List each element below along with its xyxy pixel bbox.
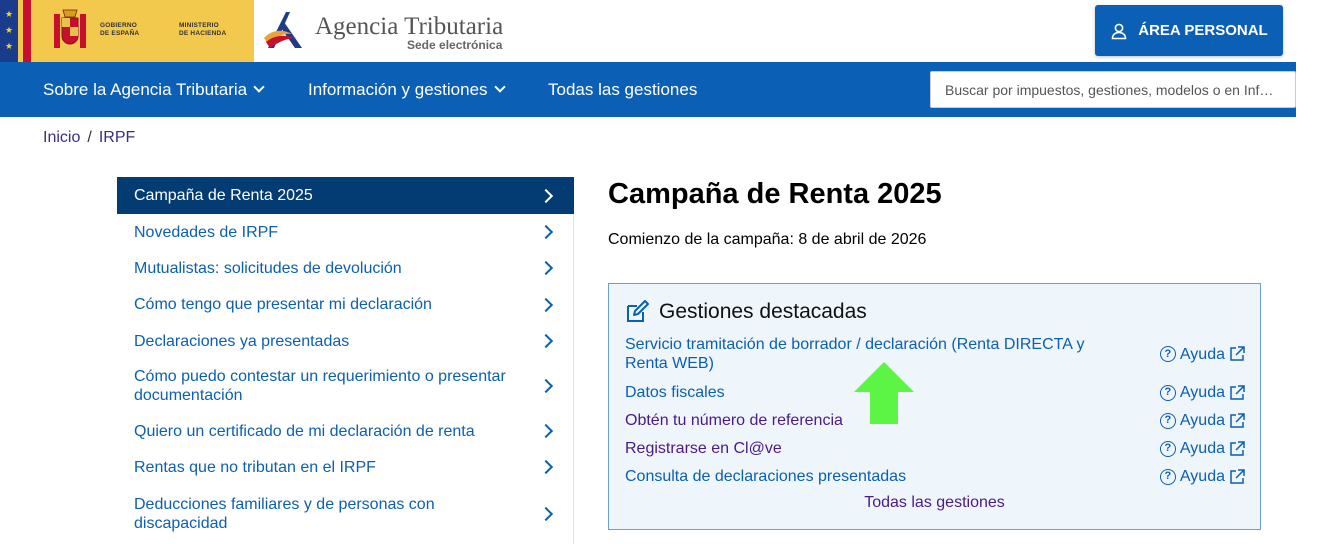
brand-subtitle: Sede electrónica	[407, 38, 503, 52]
area-personal-button[interactable]: ÁREA PERSONAL	[1095, 5, 1283, 56]
sidebar-menu: Campaña de Renta 2025 Novedades de IRPF …	[117, 177, 574, 544]
sidebar-item-label: Quiero un certificado de mi declaración …	[134, 422, 475, 440]
gestion-link-consulta-declaraciones[interactable]: Consulta de declaraciones presentadas	[625, 467, 1125, 486]
nav-item-label: Sobre la Agencia Tributaria	[43, 79, 248, 99]
todas-las-gestiones-link[interactable]: Todas las gestiones	[609, 494, 1260, 512]
nav-item-label: Información y gestiones	[308, 79, 488, 99]
chevron-down-icon	[253, 81, 265, 93]
ayuda-label: Ayuda	[1179, 440, 1225, 457]
chevron-right-icon	[538, 333, 554, 349]
sidebar-item-novedades[interactable]: Novedades de IRPF	[117, 214, 574, 250]
sidebar-item-campana-renta[interactable]: Campaña de Renta 2025	[117, 177, 574, 214]
nav-informacion-gestiones[interactable]: Información y gestiones	[308, 62, 506, 117]
ayuda-label: Ayuda	[1179, 384, 1225, 401]
sidebar-item-label: Novedades de IRPF	[134, 223, 279, 241]
area-personal-label: ÁREA PERSONAL	[1138, 22, 1268, 39]
brand-name: Agencia Tributaria	[315, 13, 504, 40]
site-header: ★ ★ ★ GOBIERNO DE ESPAÑA MINISTERIO DE H…	[0, 0, 1325, 63]
external-link-icon	[1230, 440, 1245, 456]
sidebar-item-rentas-no-tributan[interactable]: Rentas que no tributan en el IRPF	[117, 449, 574, 485]
sidebar-item-requerimiento[interactable]: Cómo puedo contestar un requerimiento o …	[117, 359, 574, 413]
page-title: Campaña de Renta 2025	[608, 178, 942, 210]
annotation-arrow-up-icon	[854, 362, 914, 424]
search-input[interactable]: Buscar por impuestos, gestiones, modelos…	[930, 71, 1296, 108]
ayuda-label: Ayuda	[1179, 345, 1225, 363]
gestion-row: Registrarse en Cl@ve ? Ayuda	[625, 439, 1245, 458]
spain-coat-of-arms-icon	[54, 9, 86, 48]
sidebar-item-deducciones-familiares[interactable]: Deducciones familiares y de personas con…	[117, 485, 574, 543]
breadcrumb-irpf[interactable]: IRPF	[99, 129, 135, 147]
breadcrumb: Inicio / IRPF	[43, 129, 135, 147]
sidebar-item-label: Declaraciones ya presentadas	[134, 332, 350, 350]
gobierno-text: GOBIERNO DE ESPAÑA	[100, 22, 140, 37]
sidebar-item-certificado[interactable]: Quiero un certificado de mi declaración …	[117, 413, 574, 449]
nav-todas-gestiones[interactable]: Todas las gestiones	[548, 62, 697, 117]
gestion-link-registrarse-clave[interactable]: Registrarse en Cl@ve	[625, 439, 1125, 458]
chevron-right-icon	[538, 260, 554, 276]
flag-red-strip	[23, 0, 31, 63]
breadcrumb-separator: /	[87, 129, 92, 146]
sidebar-item-label: Cómo puedo contestar un requerimiento o …	[134, 368, 506, 404]
gestiones-destacadas-panel: Gestiones destacadas Servicio tramitació…	[608, 283, 1261, 530]
breadcrumb-inicio[interactable]: Inicio	[43, 129, 80, 147]
question-icon: ?	[1159, 440, 1176, 457]
sidebar-item-label: Campaña de Renta 2025	[134, 187, 313, 204]
gobierno-logo[interactable]: GOBIERNO DE ESPAÑA MINISTERIO DE HACIEND…	[18, 0, 254, 63]
external-link-icon	[1230, 384, 1245, 400]
ayuda-link[interactable]: ? Ayuda	[1159, 335, 1245, 373]
ayuda-link[interactable]: ? Ayuda	[1159, 383, 1245, 402]
nav-item-label: Todas las gestiones	[548, 79, 698, 99]
sidebar-item-label: Mutualistas: solicitudes de devolución	[134, 259, 402, 277]
user-icon	[1111, 23, 1127, 39]
sidebar-item-como-presentar[interactable]: Cómo tengo que presentar mi declaración	[117, 286, 574, 323]
chevron-right-icon	[538, 423, 554, 439]
chevron-down-icon	[493, 81, 506, 93]
chevron-right-icon	[538, 459, 554, 475]
agencia-tributaria-logo-icon[interactable]	[262, 8, 310, 52]
chevron-right-icon	[538, 224, 554, 240]
chevron-right-icon	[538, 506, 554, 522]
search-placeholder: Buscar por impuestos, gestiones, modelos…	[945, 81, 1281, 98]
question-icon: ?	[1159, 412, 1176, 429]
panel-title-text: Gestiones destacadas	[659, 300, 867, 323]
question-icon: ?	[1159, 346, 1176, 362]
gestion-row: Servicio tramitación de borrador / decla…	[625, 335, 1245, 373]
external-link-icon	[1230, 346, 1245, 361]
edit-icon	[627, 300, 649, 322]
chevron-right-icon	[538, 297, 554, 312]
sidebar-item-mutualistas[interactable]: Mutualistas: solicitudes de devolución	[117, 250, 574, 286]
campaign-start-date: Comienzo de la campaña: 8 de abril de 20…	[608, 231, 927, 248]
gestion-row: Consulta de declaraciones presentadas ? …	[625, 467, 1245, 486]
sidebar-item-label: Rentas que no tributan en el IRPF	[134, 458, 376, 476]
chevron-right-icon	[538, 378, 554, 394]
ayuda-link[interactable]: ? Ayuda	[1159, 411, 1245, 430]
ministerio-text: MINISTERIO DE HACIENDA	[179, 22, 227, 37]
question-icon: ?	[1159, 384, 1176, 401]
ayuda-label: Ayuda	[1179, 468, 1225, 485]
gestion-row: Datos fiscales ? Ayuda	[625, 383, 1245, 402]
sidebar-item-label: Deducciones familiares y de personas con…	[134, 496, 435, 532]
sidebar-item-label: Cómo tengo que presentar mi declaración	[134, 296, 432, 313]
external-link-icon	[1230, 468, 1245, 484]
chevron-right-icon	[538, 188, 554, 203]
panel-title: Gestiones destacadas	[625, 300, 867, 324]
sidebar-item-declaraciones-presentadas[interactable]: Declaraciones ya presentadas	[117, 323, 574, 359]
gestion-row: Obtén tu número de referencia ? Ayuda	[625, 411, 1245, 430]
external-link-icon	[1230, 412, 1245, 428]
question-icon: ?	[1159, 468, 1176, 485]
ayuda-label: Ayuda	[1179, 412, 1225, 429]
ayuda-link[interactable]: ? Ayuda	[1159, 439, 1245, 458]
nav-sobre-agencia[interactable]: Sobre la Agencia Tributaria	[43, 62, 265, 117]
ayuda-link[interactable]: ? Ayuda	[1159, 467, 1245, 486]
